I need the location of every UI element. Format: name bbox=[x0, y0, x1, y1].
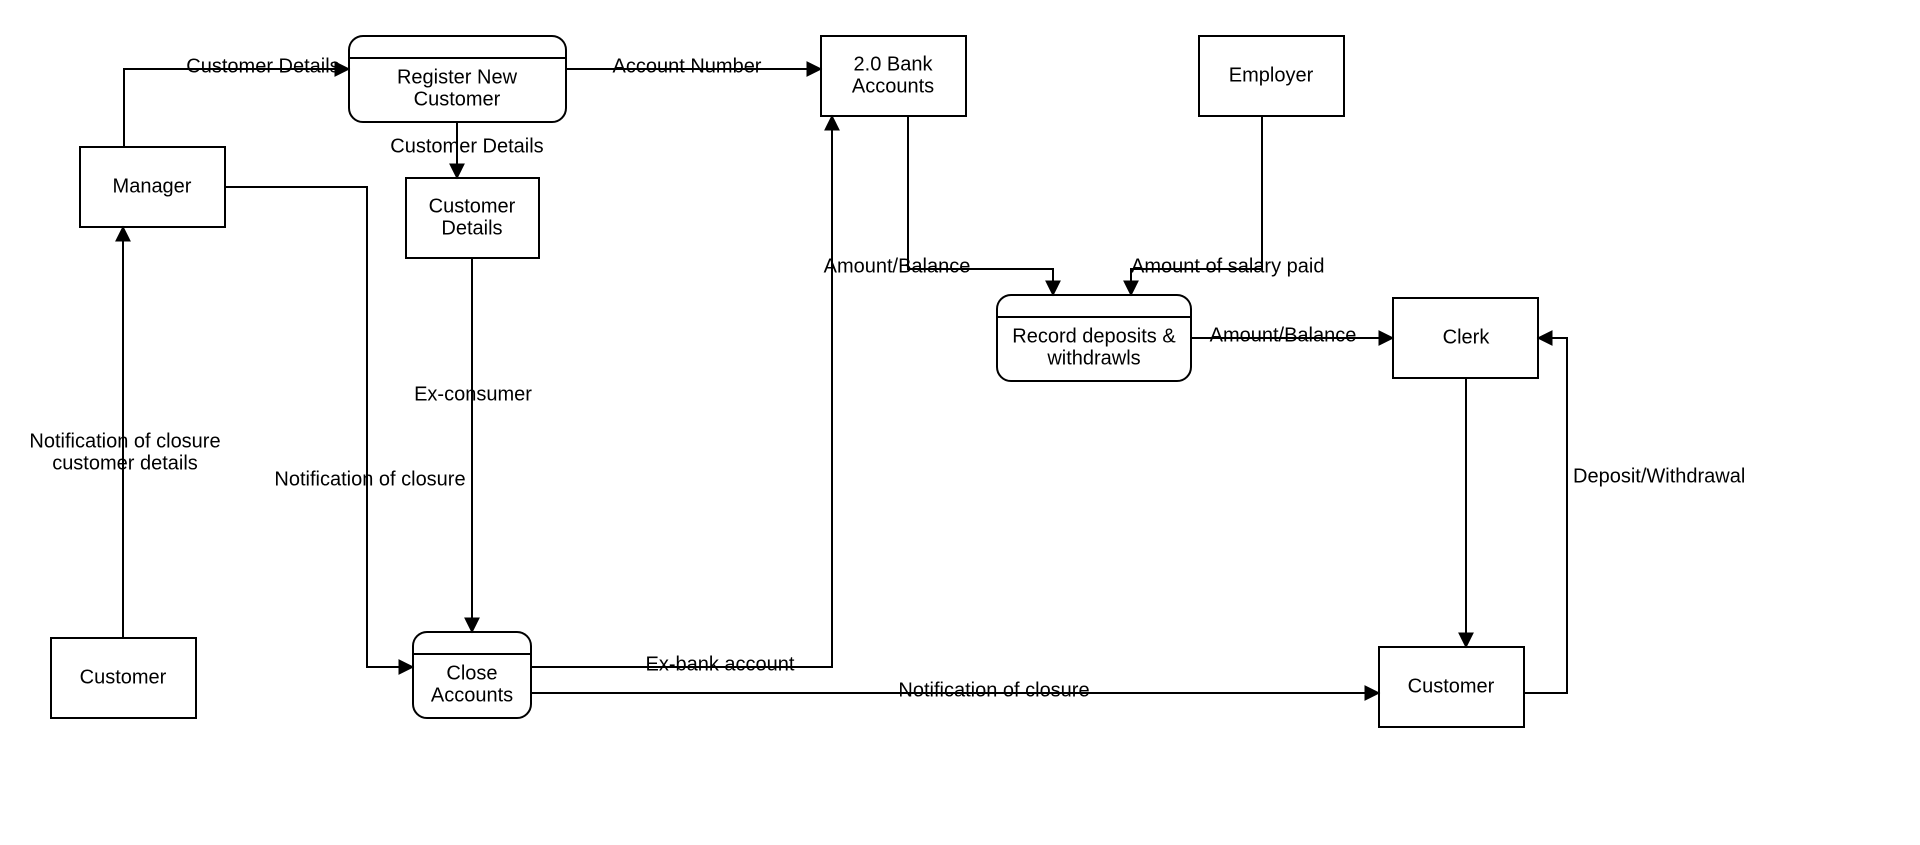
edge-label-account-number: Account Number bbox=[613, 55, 762, 77]
edge-label-deposit-withdrawal: Deposit/Withdrawal bbox=[1573, 465, 1745, 487]
dataflow-diagram: Manager Customer Register New Customer C… bbox=[0, 0, 1920, 845]
edge-close-to-customer: Notification of closure bbox=[531, 679, 1379, 701]
node-customer-details: Customer Details bbox=[406, 178, 539, 258]
edge-close-to-bank: Ex-bank account bbox=[531, 116, 832, 675]
edge-record-to-clerk: Amount/Balance bbox=[1191, 324, 1393, 346]
label-clerk: Clerk bbox=[1443, 326, 1491, 348]
edge-bank-to-record: Amount/Balance bbox=[824, 116, 1053, 295]
edge-label-ex-consumer: Ex-consumer bbox=[414, 383, 532, 405]
edge-employer-to-record: Amount of salary paid bbox=[1131, 116, 1324, 295]
edge-custdetails-to-close: Ex-consumer bbox=[414, 258, 532, 632]
node-register-new-customer: Register New Customer bbox=[349, 36, 566, 122]
label-employer: Employer bbox=[1229, 64, 1314, 86]
label-custdetails-line2: Details bbox=[441, 217, 502, 239]
edge-label-notif-closure-details-1: Notification of closure bbox=[29, 430, 220, 452]
edge-label-notif-closure-details-2: customer details bbox=[52, 452, 198, 474]
node-customer-left: Customer bbox=[51, 638, 196, 718]
label-bank-line2: Accounts bbox=[852, 75, 934, 97]
label-custdetails-line1: Customer bbox=[429, 195, 516, 217]
node-close-accounts: Close Accounts bbox=[413, 632, 531, 718]
node-record-deposits: Record deposits & withdrawls bbox=[997, 295, 1191, 381]
edge-label-notif-closure-1: Notification of closure bbox=[274, 468, 465, 490]
edge-register-to-bank: Account Number bbox=[566, 55, 821, 77]
node-manager: Manager bbox=[80, 147, 225, 227]
edge-customer-to-manager: Notification of closure customer details bbox=[29, 227, 220, 638]
label-close-line2: Accounts bbox=[431, 684, 513, 706]
node-employer: Employer bbox=[1199, 36, 1344, 116]
label-customer-right: Customer bbox=[1408, 675, 1495, 697]
label-manager: Manager bbox=[113, 175, 192, 197]
edge-register-to-custdetails: Customer Details bbox=[390, 122, 543, 178]
label-record-line1: Record deposits & bbox=[1012, 325, 1176, 347]
node-bank-accounts: 2.0 Bank Accounts bbox=[821, 36, 966, 116]
edge-label-customer-details-2: Customer Details bbox=[390, 135, 543, 157]
label-customer-left: Customer bbox=[80, 666, 167, 688]
edge-label-amount-salary: Amount of salary paid bbox=[1131, 255, 1324, 277]
label-record-line2: withdrawls bbox=[1046, 347, 1140, 369]
label-register-line2: Customer bbox=[414, 88, 501, 110]
edge-label-amount-balance-2: Amount/Balance bbox=[1210, 324, 1357, 346]
edge-label-notif-closure-2: Notification of closure bbox=[898, 679, 1089, 701]
edge-manager-to-register: Customer Details bbox=[124, 55, 349, 147]
edge-label-amount-balance-1: Amount/Balance bbox=[824, 255, 971, 277]
label-register-line1: Register New bbox=[397, 66, 518, 88]
edge-customer-to-clerk: Deposit/Withdrawal bbox=[1524, 338, 1745, 693]
node-customer-right: Customer bbox=[1379, 647, 1524, 727]
edge-label-customer-details-1: Customer Details bbox=[186, 55, 339, 77]
edge-label-ex-bank-account: Ex-bank account bbox=[646, 653, 795, 675]
label-bank-line1: 2.0 Bank bbox=[854, 53, 934, 75]
node-clerk: Clerk bbox=[1393, 298, 1538, 378]
label-close-line1: Close bbox=[446, 662, 497, 684]
